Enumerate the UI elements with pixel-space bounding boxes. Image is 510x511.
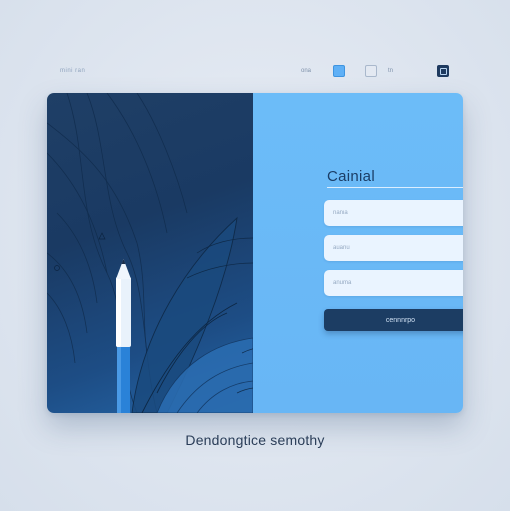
email-field[interactable]: [324, 235, 463, 261]
nav-link-2[interactable]: tn: [388, 68, 393, 74]
title-divider: [327, 187, 463, 188]
password-field[interactable]: [324, 270, 463, 296]
nav-link-1[interactable]: ona: [301, 68, 311, 74]
username-field[interactable]: [324, 200, 463, 226]
brand-label: mini ran: [60, 68, 86, 74]
square-icon[interactable]: [333, 65, 345, 77]
page: mini ran ona tn Cainial nania auanu cenn…: [0, 0, 510, 511]
login-form-panel: Cainial cennnrpo: [253, 93, 463, 413]
pen-icon: [116, 259, 131, 413]
submit-button[interactable]: cennnrpo: [324, 309, 463, 331]
frame-icon[interactable]: [365, 65, 377, 77]
illustration-panel: [47, 93, 253, 413]
window-icon[interactable]: [437, 65, 449, 77]
page-caption: Dendongtice semothy: [185, 432, 325, 448]
form-title: Cainial: [327, 168, 375, 185]
login-card: Cainial cennnrpo: [47, 93, 463, 413]
